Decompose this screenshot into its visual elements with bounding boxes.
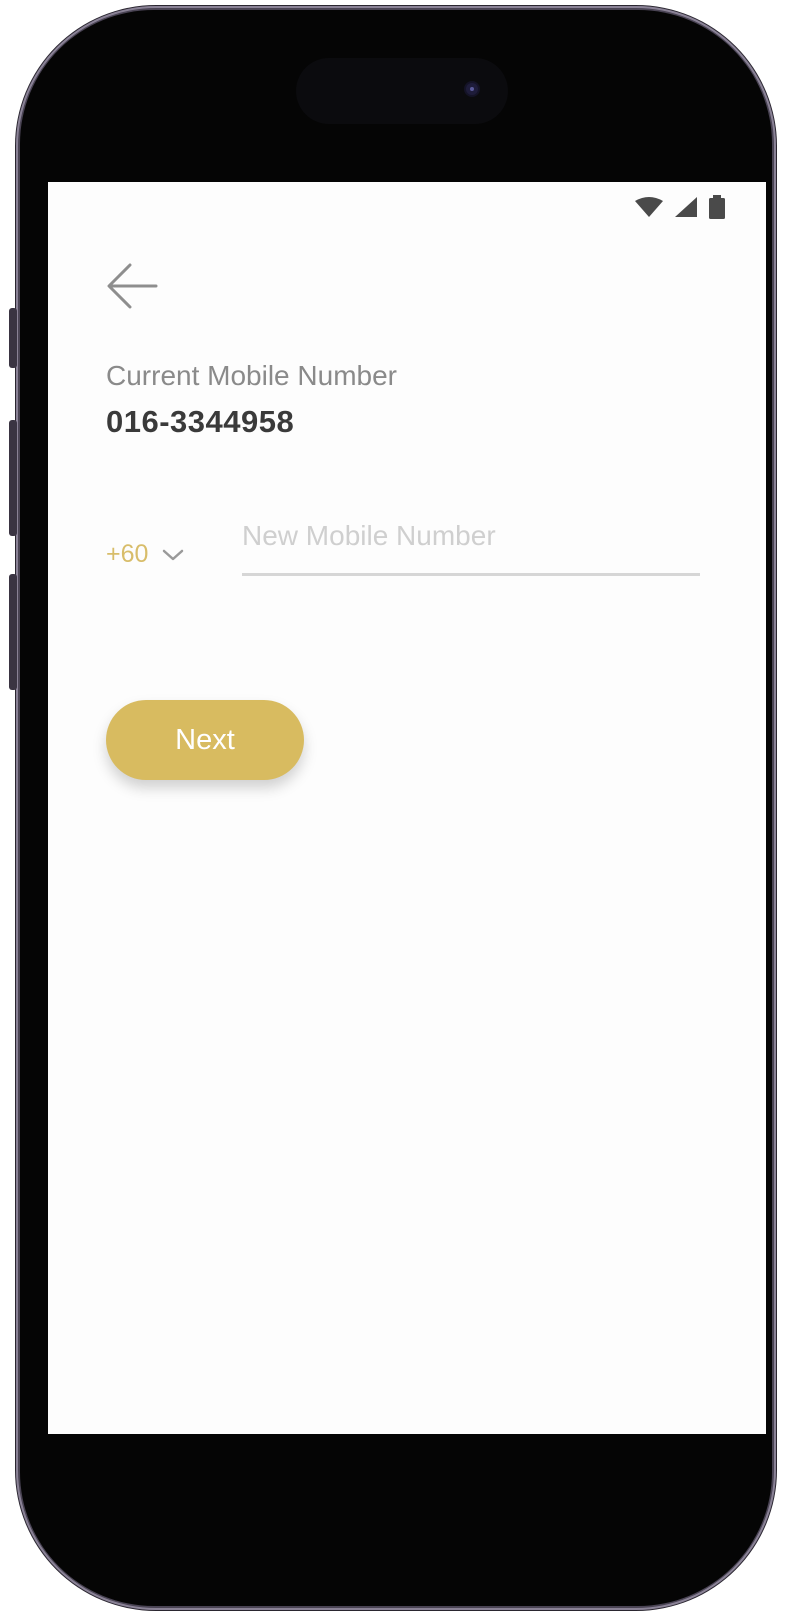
- wifi-icon: [635, 197, 663, 217]
- volume-down-button: [9, 574, 17, 690]
- arrow-left-icon[interactable]: [106, 262, 158, 310]
- screen: Current Mobile Number 016-3344958 +60 Ne…: [48, 182, 766, 1434]
- current-number-value: 016-3344958: [106, 404, 295, 439]
- front-camera: [466, 83, 478, 95]
- battery-icon: [709, 195, 725, 219]
- country-code-value: +60: [106, 540, 149, 568]
- country-code-selector[interactable]: +60: [106, 540, 184, 569]
- new-mobile-number-input[interactable]: [242, 512, 700, 576]
- status-bar: [634, 194, 726, 220]
- silent-switch: [9, 308, 17, 368]
- next-button[interactable]: Next: [106, 700, 304, 780]
- current-number-label: Current Mobile Number: [106, 360, 397, 391]
- chevron-down-icon: [163, 549, 184, 560]
- signal-icon: [675, 197, 697, 217]
- device-mockup: Current Mobile Number 016-3344958 +60 Ne…: [0, 0, 795, 1621]
- volume-up-button: [9, 420, 17, 536]
